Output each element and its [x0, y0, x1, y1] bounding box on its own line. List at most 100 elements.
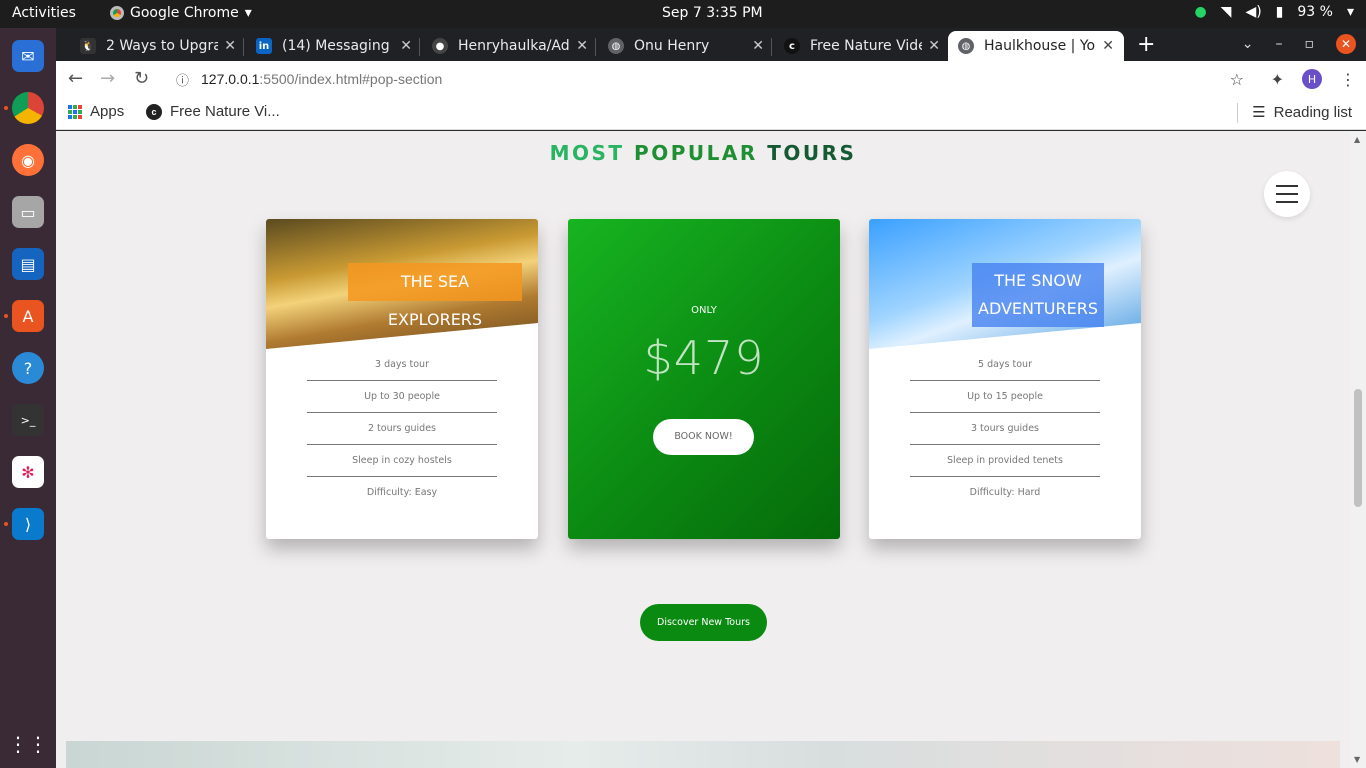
url-path: :5500/index.html#pop-section: [259, 71, 443, 87]
close-window-icon[interactable]: ✕: [1336, 34, 1356, 54]
browser-toolbar: ← → ↻ ⓘ 127.0.0.1:5500/index.html#pop-se…: [56, 61, 1366, 97]
tab-divider: [243, 38, 244, 56]
apps-grid-icon: [68, 104, 82, 119]
chevron-down-icon: ▾: [1346, 4, 1354, 20]
address-bar[interactable]: ⓘ 127.0.0.1:5500/index.html#pop-section: [166, 65, 1260, 93]
price-caption: ONLY: [691, 305, 717, 316]
hamburger-menu-button[interactable]: [1264, 171, 1310, 217]
bookmarks-bar: Apps c Free Nature Vi... ☰ Reading list: [56, 97, 1366, 130]
discover-new-tours-button[interactable]: Discover New Tours: [640, 604, 767, 641]
vscode-icon[interactable]: ⟩: [12, 508, 44, 540]
close-icon[interactable]: ✕: [752, 38, 764, 54]
coverr-icon: c: [784, 38, 800, 54]
reading-list-button[interactable]: ☰ Reading list: [1252, 103, 1352, 122]
tab[interactable]: in (14) Messaging | ✕: [246, 31, 422, 61]
close-icon[interactable]: ✕: [400, 38, 412, 54]
terminal-icon[interactable]: >_: [12, 404, 44, 436]
toolbar-actions: ☆ ✦ H ⋮: [1171, 69, 1356, 89]
reload-icon[interactable]: ↻: [134, 68, 149, 89]
card-title: THE SNOW ADVENTURERS: [972, 263, 1104, 327]
app-menu[interactable]: Google Chrome ▾: [110, 5, 252, 21]
system-tray[interactable]: ● ◥ ◀) ▮ 93 % ▾: [1194, 4, 1354, 20]
running-indicator: [4, 106, 8, 110]
feature-item: Difficulty: Hard: [969, 487, 1041, 498]
avatar[interactable]: H: [1302, 69, 1322, 89]
menu-kebab-icon[interactable]: ⋮: [1340, 70, 1356, 89]
help-icon[interactable]: ?: [12, 352, 44, 384]
show-applications-icon[interactable]: ⋮⋮: [8, 728, 48, 760]
linkedin-icon: in: [256, 38, 272, 54]
tour-card-snow[interactable]: THE SNOW ADVENTURERS 5 days tour Up to 1…: [869, 219, 1141, 539]
tab-active[interactable]: ◍ Haulkhouse | You ✕: [948, 31, 1124, 61]
files-icon[interactable]: ▭: [12, 196, 44, 228]
tab-title: Free Nature Vide: [810, 38, 923, 54]
globe-icon: ◍: [608, 38, 624, 54]
extensions-icon[interactable]: ✦: [1271, 70, 1284, 89]
tab-title: 2 Ways to Upgrade: [106, 38, 219, 54]
coverr-icon: c: [146, 103, 162, 120]
thunderbird-icon[interactable]: ✉: [12, 40, 44, 72]
bookmark-star-icon[interactable]: ☆: [1230, 70, 1244, 89]
back-icon[interactable]: ←: [68, 68, 83, 89]
bookmark-label: Free Nature Vi...: [170, 103, 280, 120]
tab[interactable]: ● Henryhaulka/Ad ✕: [422, 31, 598, 61]
close-icon[interactable]: ✕: [224, 38, 236, 54]
software-center-icon[interactable]: A: [12, 300, 44, 332]
scroll-down-icon[interactable]: ▼: [1354, 755, 1360, 764]
popular-tours-section: MOST POPULAR TOURS THE SEA EXPLORERS 3 d…: [66, 131, 1340, 768]
scrollbar-thumb[interactable]: [1354, 389, 1362, 507]
card-title: THE SEA EXPLORERS: [348, 263, 522, 329]
tab[interactable]: c Free Nature Vide ✕: [774, 31, 950, 61]
firefox-icon[interactable]: ◉: [12, 144, 44, 176]
writer-icon[interactable]: ▤: [12, 248, 44, 280]
close-icon[interactable]: ✕: [576, 38, 588, 54]
tour-card-sea[interactable]: THE SEA EXPLORERS 3 days tour Up to 30 p…: [266, 219, 538, 539]
apps-shortcut[interactable]: Apps: [68, 103, 124, 120]
minimize-icon[interactable]: –: [1276, 36, 1283, 52]
feature-item: Up to 15 people: [910, 381, 1100, 413]
book-now-button[interactable]: BOOK NOW!: [653, 419, 754, 455]
tab-title: (14) Messaging |: [282, 38, 395, 54]
chrome-icon: [110, 6, 124, 20]
new-tab-button[interactable]: +: [1137, 32, 1155, 57]
feature-item: 3 days tour: [307, 349, 497, 381]
tab[interactable]: ◍ Onu Henry ✕: [598, 31, 774, 61]
reading-list-label: Reading list: [1273, 103, 1352, 121]
reading-list-icon: ☰: [1252, 104, 1266, 121]
chevron-down-icon: ▾: [244, 5, 252, 21]
forward-icon[interactable]: →: [100, 68, 115, 89]
feature-item: 2 tours guides: [307, 413, 497, 445]
tab-search-icon[interactable]: ⌄: [1242, 36, 1254, 52]
heading-word: MOST: [549, 141, 625, 165]
tab-divider: [771, 38, 772, 56]
globe-icon: ◍: [958, 38, 974, 54]
feature-item: Up to 30 people: [307, 381, 497, 413]
bookmark-item[interactable]: c Free Nature Vi...: [146, 103, 280, 120]
apps-label: Apps: [90, 103, 125, 120]
feature-item: Sleep in provided tenets: [910, 445, 1100, 477]
url-host: 127.0.0.1: [201, 71, 260, 87]
page-scrollbar[interactable]: ▲ ▼: [1350, 131, 1366, 768]
slack-icon[interactable]: ✻: [12, 456, 44, 488]
tab-title: Henryhaulka/Ad: [458, 38, 570, 54]
close-icon[interactable]: ✕: [1102, 38, 1114, 54]
maximize-icon[interactable]: ▫: [1305, 36, 1315, 52]
hamburger-line: [1276, 201, 1298, 203]
hamburger-line: [1276, 193, 1298, 195]
feature-item: Sleep in cozy hostels: [307, 445, 497, 477]
activities-button[interactable]: Activities: [12, 5, 76, 21]
tour-card-price: ONLY $479 BOOK NOW!: [568, 219, 840, 539]
chrome-icon[interactable]: [12, 92, 44, 124]
scroll-up-icon[interactable]: ▲: [1354, 135, 1360, 144]
running-indicator: [4, 522, 8, 526]
close-icon[interactable]: ✕: [928, 38, 940, 54]
tab[interactable]: 🐧 2 Ways to Upgrade ✕: [70, 31, 246, 61]
app-menu-label: Google Chrome: [130, 5, 239, 21]
hamburger-line: [1276, 185, 1298, 187]
github-icon: ●: [432, 38, 448, 54]
info-icon[interactable]: ⓘ: [176, 70, 189, 89]
clock[interactable]: Sep 7 3:35 PM: [662, 5, 763, 21]
window-controls: ⌄ – ▫ ✕: [1242, 34, 1356, 54]
battery-icon: ▮: [1275, 4, 1284, 20]
next-section-image: [66, 741, 1340, 768]
